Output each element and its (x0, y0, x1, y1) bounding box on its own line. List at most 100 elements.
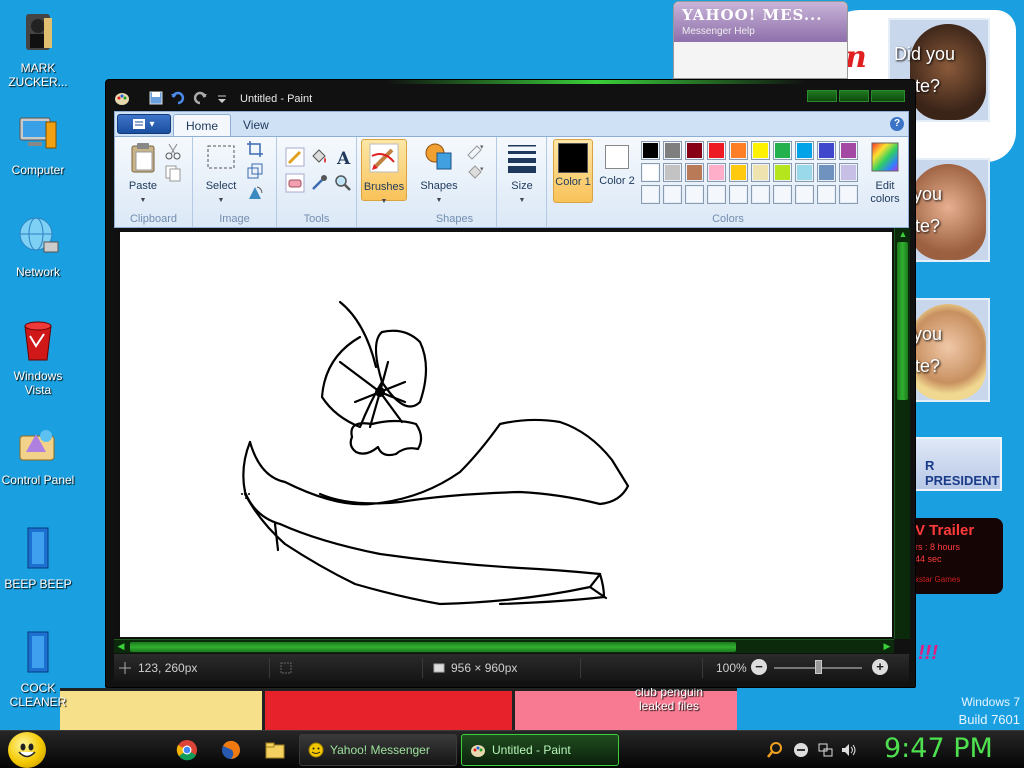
desktop-icon-beep-beep[interactable]: BEEP BEEP (0, 526, 76, 591)
undo-icon[interactable] (170, 90, 186, 106)
color-swatch[interactable] (773, 163, 792, 182)
color-swatch[interactable] (707, 141, 726, 160)
size-button[interactable]: Size ▼ (501, 141, 543, 207)
color-swatch[interactable] (707, 163, 726, 182)
horizontal-scroll-thumb[interactable] (130, 642, 736, 652)
vertical-scroll-thumb[interactable] (897, 242, 908, 400)
color-picker-icon[interactable] (309, 173, 329, 193)
desktop-icon-club-penguin-label[interactable]: club penguin leaked files (626, 685, 712, 713)
eraser-icon[interactable] (285, 173, 305, 193)
chrome-icon[interactable] (176, 739, 198, 761)
network-tray-icon[interactable] (816, 741, 834, 759)
copy-icon[interactable] (163, 163, 183, 183)
color-swatch[interactable] (795, 185, 814, 204)
paste-button[interactable]: Paste ▼ (121, 141, 165, 207)
zoom-out-button[interactable]: − (751, 659, 767, 675)
color-swatch[interactable] (773, 185, 792, 204)
brushes-button[interactable]: Brushes ▼ (361, 139, 407, 205)
desktop-icon-mark-zucker[interactable]: MARK ZUCKER... (0, 10, 76, 89)
color-swatch[interactable] (839, 141, 858, 160)
desktop-icon-recycle-bin[interactable]: Windows Vista (0, 318, 76, 397)
help-icon[interactable]: ? (890, 117, 904, 131)
shapes-button[interactable]: Shapes ▼ (417, 141, 461, 207)
yahoo-titlebar[interactable]: YAHOO! MES... Messenger Help (674, 2, 847, 42)
yahoo-menu[interactable]: Messenger Help (682, 26, 839, 37)
trailer-gadget[interactable]: V Trailer rs : 8 hours 44 sec kstar Games (905, 518, 1003, 594)
color-swatch[interactable] (751, 141, 770, 160)
cut-icon[interactable] (163, 141, 183, 161)
close-button[interactable] (871, 90, 905, 102)
save-icon[interactable] (148, 90, 164, 106)
color2-button[interactable]: Color 2 (597, 142, 637, 202)
color-swatch[interactable] (663, 163, 682, 182)
fill-bucket-icon[interactable] (309, 147, 329, 167)
color-swatch[interactable] (663, 185, 682, 204)
color-swatch[interactable] (817, 163, 836, 182)
color-swatch[interactable] (773, 141, 792, 160)
zoom-slider-thumb[interactable] (815, 660, 822, 674)
color-swatch[interactable] (685, 185, 704, 204)
maximize-button[interactable] (839, 90, 869, 102)
zoom-in-button[interactable]: + (872, 659, 888, 675)
edit-colors-button[interactable]: Edit colors (863, 141, 907, 206)
color-swatch[interactable] (685, 141, 704, 160)
horizontal-scrollbar[interactable]: ◀ ▶ (114, 639, 894, 653)
paint-window[interactable]: Untitled - Paint ▾ Home View ? Paste ▼ Cl… (105, 79, 916, 688)
search-tray-icon[interactable] (766, 741, 784, 759)
color-swatch[interactable] (751, 163, 770, 182)
tab-home[interactable]: Home (173, 114, 232, 137)
outline-icon[interactable]: ▾ (465, 141, 485, 161)
resize-icon[interactable] (245, 161, 265, 181)
rotate-icon[interactable] (245, 183, 265, 203)
taskbar-item-paint[interactable]: Untitled - Paint (461, 734, 619, 766)
file-explorer-icon[interactable] (264, 739, 286, 761)
minus-circle-tray-icon[interactable] (792, 741, 810, 759)
color-swatch[interactable] (641, 141, 660, 160)
start-button[interactable] (8, 732, 46, 768)
yahoo-messenger-window[interactable]: YAHOO! MES... Messenger Help (673, 1, 848, 79)
volume-tray-icon[interactable] (840, 741, 858, 759)
president-banner[interactable]: R PRESIDENT (905, 437, 1002, 491)
taskbar-item-yahoo-messenger[interactable]: Yahoo! Messenger (299, 734, 457, 766)
drawing-canvas[interactable] (120, 232, 892, 637)
vertical-scrollbar[interactable]: ▲ (894, 228, 910, 639)
color-swatch[interactable] (817, 185, 836, 204)
color-swatch[interactable] (663, 141, 682, 160)
desktop-icon-computer[interactable]: Computer (0, 112, 76, 177)
paint-menu-button[interactable]: ▾ (117, 114, 171, 134)
minimize-button[interactable] (807, 90, 837, 102)
redo-icon[interactable] (192, 90, 208, 106)
pencil-icon[interactable] (285, 147, 305, 167)
color-swatch[interactable] (729, 163, 748, 182)
color-swatch[interactable] (685, 163, 704, 182)
select-button[interactable]: Select ▼ (199, 141, 243, 207)
scroll-right-arrow-icon[interactable]: ▶ (880, 639, 894, 653)
color-swatch[interactable] (641, 185, 660, 204)
firefox-icon[interactable] (220, 739, 242, 761)
customize-toolbar-icon[interactable] (214, 90, 230, 106)
text-icon[interactable]: A (333, 147, 353, 167)
desktop-icon-control-panel[interactable]: Control Panel (0, 422, 76, 487)
color-swatch[interactable] (795, 141, 814, 160)
fill-icon[interactable]: ▾ (465, 163, 485, 183)
color-swatch[interactable] (817, 141, 836, 160)
scroll-left-arrow-icon[interactable]: ◀ (114, 639, 128, 653)
crop-icon[interactable] (245, 139, 265, 159)
color-swatch[interactable] (729, 185, 748, 204)
tab-view[interactable]: View (231, 114, 281, 137)
desktop-icon-cock-cleaner[interactable]: COCK CLEANER (0, 630, 76, 709)
taskbar-clock[interactable]: 9:47 PM (884, 733, 993, 764)
paint-titlebar[interactable]: Untitled - Paint (106, 86, 915, 112)
desktop-icon-network[interactable]: Network (0, 214, 76, 279)
color-swatch[interactable] (795, 163, 814, 182)
paint-app-icon[interactable] (114, 90, 130, 106)
scroll-up-arrow-icon[interactable]: ▲ (896, 227, 910, 241)
color-swatch[interactable] (707, 185, 726, 204)
color-swatch[interactable] (641, 163, 660, 182)
color-swatch[interactable] (839, 163, 858, 182)
magnifier-icon[interactable] (333, 173, 353, 193)
color-swatch[interactable] (839, 185, 858, 204)
color1-button[interactable]: Color 1 (553, 139, 593, 203)
color-swatch[interactable] (729, 141, 748, 160)
color-swatch[interactable] (751, 185, 770, 204)
